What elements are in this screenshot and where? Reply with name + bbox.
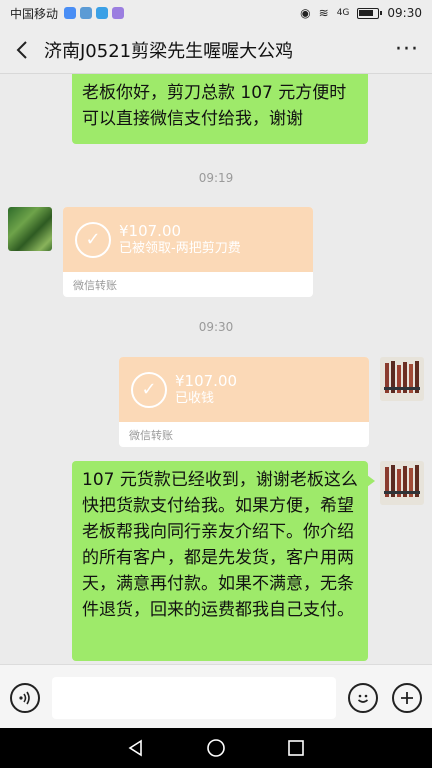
scissors-photo-icon (380, 461, 424, 505)
message-text: 107 元货款已经收到，谢谢老板这么快把货款支付给我。如果方便，希望老板帮我向同… (82, 470, 358, 620)
nav-recent-button[interactable] (284, 736, 308, 760)
transfer-footer: 微信转账 (129, 428, 173, 442)
check-icon: ✓ (131, 371, 167, 408)
plus-icon (401, 692, 413, 704)
plus-button[interactable] (392, 683, 422, 713)
emoji-icon (357, 694, 369, 703)
my-avatar[interactable] (380, 357, 424, 401)
transfer-card-top: ✓ ¥107.00 已收钱 (119, 357, 369, 422)
transfer-card-received[interactable]: ✓ ¥107.00 已被领取-两把剪刀费 微信转账 (63, 207, 313, 297)
emoji-button[interactable] (348, 683, 378, 713)
square-recent-icon (288, 740, 304, 756)
transfer-card-top: ✓ ¥107.00 已被领取-两把剪刀费 (63, 207, 313, 272)
transfer-footer: 微信转账 (73, 278, 117, 292)
timestamp: 09:19 (198, 171, 234, 185)
back-button[interactable] (0, 26, 44, 74)
circle-home-icon (207, 739, 225, 757)
transfer-note: 已收钱 (175, 390, 215, 406)
status-bar: 中国移动 ◉ ≋ 4G 09:30 (0, 0, 432, 26)
battery-icon (357, 7, 383, 19)
chat-header: 济南J0521剪梁先生喔喔大公鸡 ··· (0, 26, 432, 74)
voice-icon (19, 691, 30, 705)
timestamp: 09:30 (198, 320, 234, 334)
carrier-label: 中国移动 (10, 6, 59, 21)
signal-icon: 4G (336, 8, 350, 18)
my-avatar[interactable] (380, 461, 424, 505)
voice-button[interactable] (10, 683, 40, 713)
message-bubble[interactable]: 107 元货款已经收到，谢谢老板这么快把货款支付给我。如果方便，希望老板帮我向同… (72, 461, 375, 661)
message-input[interactable] (52, 677, 336, 719)
more-icon: ··· (395, 37, 419, 62)
transfer-amount: ¥107.00 (119, 221, 182, 240)
message-text: 老板你好，剪刀总款 107 元方便时可以直接微信支付给我，谢谢 (82, 83, 347, 129)
eye-icon: ◉ (300, 6, 311, 20)
scissors-photo-icon (380, 357, 424, 401)
chevron-left-icon (16, 40, 27, 59)
transfer-note: 已被领取-两把剪刀费 (119, 240, 241, 256)
wifi-icon: ≋ (318, 6, 329, 20)
transfer-amount: ¥107.00 (175, 371, 238, 390)
transfer-card-sent[interactable]: ✓ ¥107.00 已收钱 微信转账 (119, 357, 369, 447)
shield-icon (64, 7, 77, 19)
contact-avatar[interactable] (8, 207, 52, 251)
triangle-back-icon (128, 739, 142, 757)
input-bar (0, 664, 432, 728)
message-icon (96, 7, 109, 19)
chat-area[interactable]: 老板你好，剪刀总款 107 元方便时可以直接微信支付给我，谢谢 09:19 ✓ … (0, 74, 432, 664)
message-bubble[interactable]: 老板你好，剪刀总款 107 元方便时可以直接微信支付给我，谢谢 (72, 74, 368, 144)
notification-icon (112, 7, 125, 19)
nav-back-button[interactable] (124, 736, 148, 760)
more-button[interactable]: ··· (382, 26, 432, 74)
app-icon (80, 7, 93, 19)
system-nav-bar (0, 728, 432, 768)
chat-title: 济南J0521剪梁先生喔喔大公鸡 (44, 40, 294, 62)
check-icon: ✓ (75, 221, 111, 258)
clock: 09:30 (387, 6, 422, 20)
nav-home-button[interactable] (204, 736, 228, 760)
